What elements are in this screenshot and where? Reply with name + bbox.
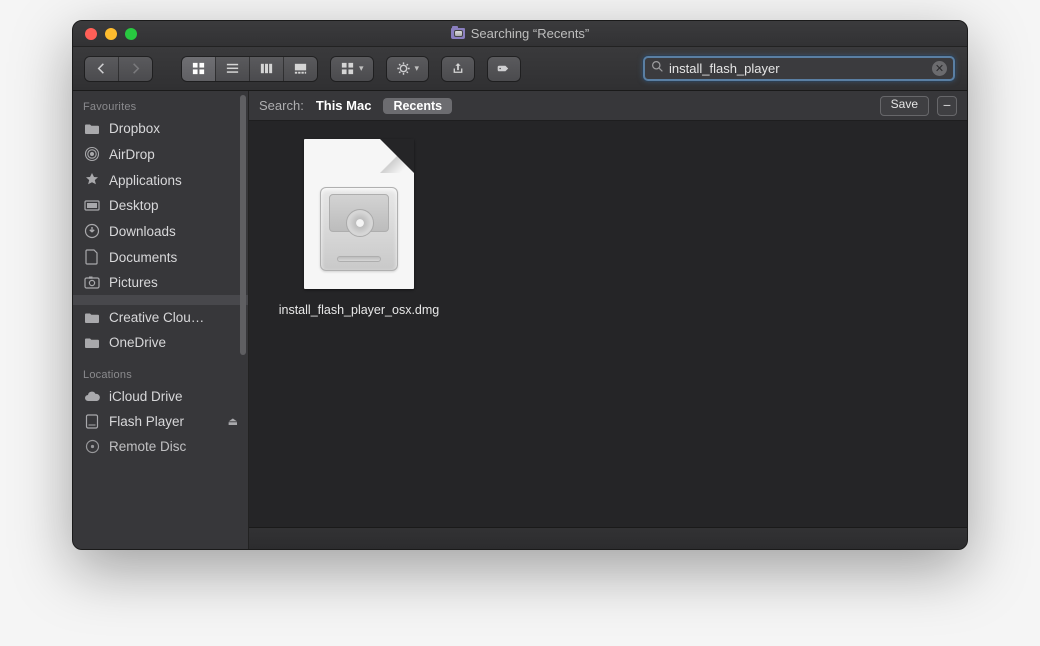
sidebar-item-documents[interactable]: Documents [73,244,248,270]
results-area: install_flash_player_osx.dmg [249,121,967,527]
view-list-button[interactable] [215,57,249,81]
sidebar-item-label: iCloud Drive [109,389,183,404]
view-mode-group [182,57,317,81]
sidebar-item-downloads[interactable]: Downloads [73,218,248,244]
downloads-icon [83,223,101,239]
sidebar-item-label: Flash Player [109,414,184,429]
cloud-icon [83,391,101,403]
documents-icon [83,249,101,265]
sidebar-item-label: Dropbox [109,121,160,136]
status-bar [249,527,967,549]
sidebar-item-icloud-drive[interactable]: iCloud Drive [73,384,248,409]
window-title: Searching “Recents” [73,26,967,41]
remote-disc-icon [83,439,101,454]
clear-search-button[interactable]: ✕ [932,61,947,76]
nav-buttons [85,57,152,81]
titlebar: Searching “Recents” [73,21,967,47]
traffic-lights [73,28,137,40]
tags-button[interactable] [488,57,520,81]
folder-icon [83,123,101,135]
view-gallery-button[interactable] [283,57,317,81]
dmg-file-icon [304,139,414,289]
pictures-icon [83,276,101,289]
sidebar-section-locations: Locations [73,363,248,384]
chevron-down-icon: ▾ [359,63,364,74]
sidebar-scrollbar[interactable] [240,95,246,355]
sidebar-section-favourites: Favourites [73,95,248,116]
share-button[interactable] [442,57,474,81]
sidebar-item-label: Documents [109,250,177,265]
search-field[interactable]: ✕ [643,56,955,81]
view-column-button[interactable] [249,57,283,81]
scope-label: Search: [259,98,304,113]
sidebar-item-label: Pictures [109,275,158,290]
finder-title-icon [451,28,465,39]
sidebar-item-label: AirDrop [109,147,155,162]
sidebar-item-selected[interactable] [73,295,248,305]
arrange-button[interactable]: ▾ [331,57,373,81]
close-window-button[interactable] [85,28,97,40]
chevron-down-icon: ▾ [415,63,420,74]
search-input[interactable] [669,61,932,76]
sidebar-item-applications[interactable]: Applications [73,167,248,193]
finder-window: Searching “Recents” [72,20,968,550]
sidebar-item-flash-player[interactable]: Flash Player ⏏ [73,409,248,434]
sidebar-item-desktop[interactable]: Desktop [73,193,248,218]
sidebar-item-airdrop[interactable]: AirDrop [73,141,248,167]
search-scope-bar: Search: This Mac Recents Save − [249,91,967,121]
sidebar: Favourites Dropbox AirDrop Applications … [73,91,249,549]
airdrop-icon [83,146,101,162]
disk-icon [83,414,101,429]
scope-this-mac[interactable]: This Mac [316,98,372,113]
title-scope: “Recents” [533,26,589,41]
window-body: Favourites Dropbox AirDrop Applications … [73,91,967,549]
view-icon-button[interactable] [182,57,215,81]
sidebar-item-creative-cloud[interactable]: Creative Clou… [73,305,248,330]
back-button[interactable] [85,57,118,81]
desktop-icon [83,200,101,212]
sidebar-item-label: Creative Clou… [109,310,204,325]
applications-icon [83,172,101,188]
main-area: Search: This Mac Recents Save − install_… [249,91,967,549]
sidebar-item-label: Desktop [109,198,159,213]
forward-button[interactable] [118,57,152,81]
sidebar-item-label: Remote Disc [109,439,186,454]
sidebar-item-pictures[interactable]: Pictures [73,270,248,295]
minimize-window-button[interactable] [105,28,117,40]
sidebar-item-remote-disc[interactable]: Remote Disc [73,434,248,459]
sidebar-item-label: OneDrive [109,335,166,350]
folder-icon [83,312,101,324]
file-name: install_flash_player_osx.dmg [269,303,449,317]
save-search-button[interactable]: Save [880,96,929,116]
file-item[interactable]: install_flash_player_osx.dmg [269,139,449,317]
sidebar-item-label: Applications [109,173,182,188]
search-icon [651,60,664,78]
folder-icon [83,337,101,349]
fullscreen-window-button[interactable] [125,28,137,40]
sidebar-item-onedrive[interactable]: OneDrive [73,330,248,355]
action-button[interactable]: ▾ [387,57,429,81]
scope-recents[interactable]: Recents [383,98,452,114]
title-prefix: Searching [471,26,530,41]
sidebar-item-label: Downloads [109,224,176,239]
toolbar: ▾ ▾ ✕ [73,47,967,91]
sidebar-item-dropbox[interactable]: Dropbox [73,116,248,141]
remove-criteria-button[interactable]: − [937,96,957,116]
eject-icon[interactable]: ⏏ [228,415,238,428]
